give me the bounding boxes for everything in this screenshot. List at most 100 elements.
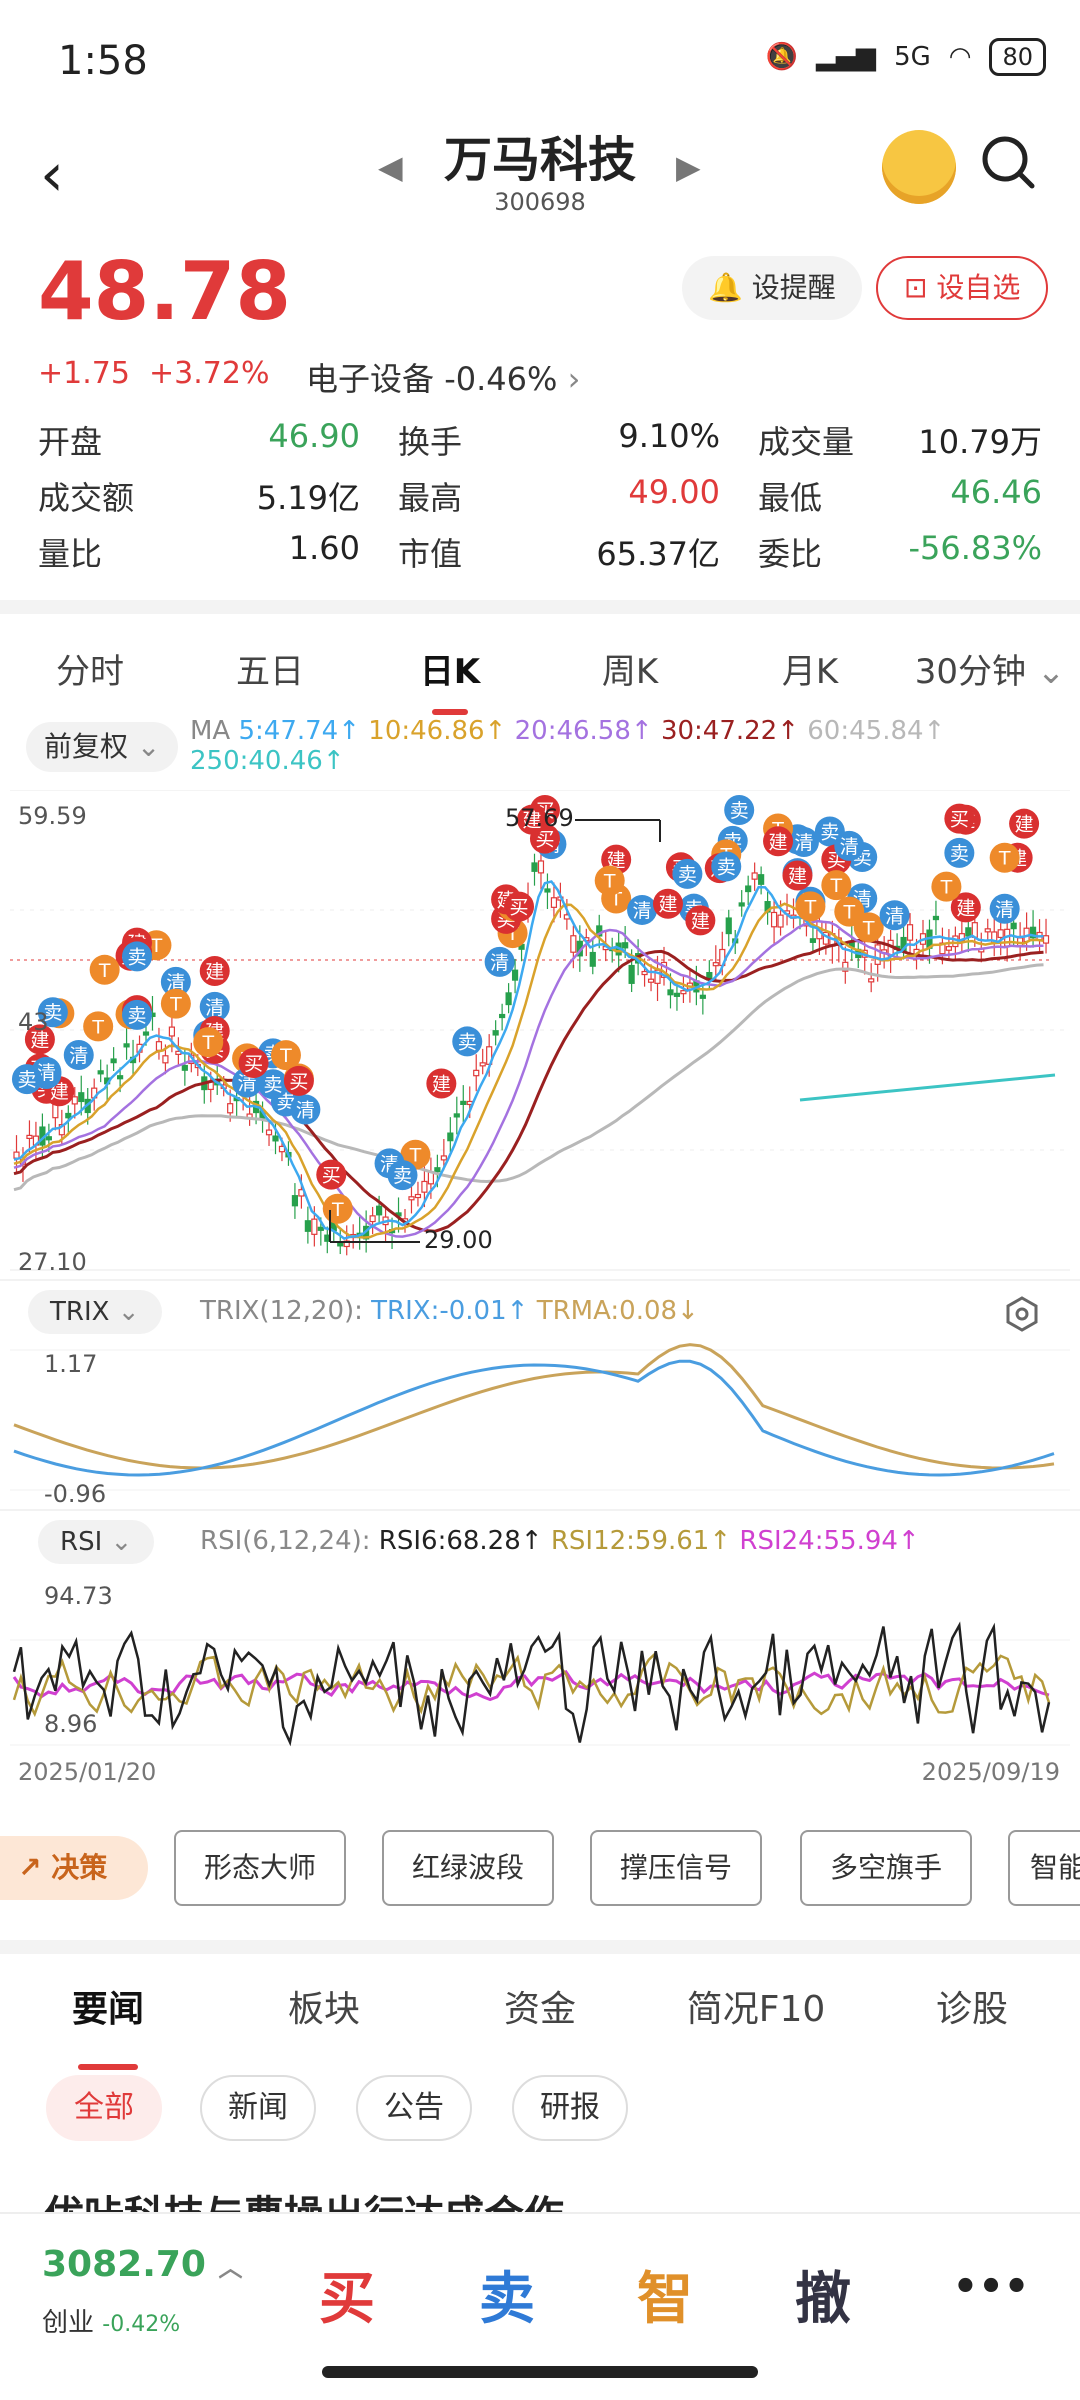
tool-pattern-master[interactable]: 形态大师 [174,1830,346,1906]
rsi12-value: RSI12:59.61↑ [550,1526,732,1556]
tab-weekly-k[interactable]: 周K [540,644,720,693]
sector-link[interactable]: 电子设备 -0.46% › [306,354,580,400]
stat-value: 9.10% [618,417,720,455]
tab-diagnosis[interactable]: 诊股 [864,1980,1080,2052]
ma20-value: 20:46.58↑ [514,716,653,746]
candle [421,1180,428,1193]
candle [945,946,953,951]
candle [162,1055,169,1064]
decision-button[interactable]: ↗ 决策 [0,1836,148,1900]
tab-monthly-k[interactable]: 月K [720,644,900,693]
signal-marker-label: 清 [69,1045,88,1067]
search-icon[interactable] [978,132,1038,192]
chevron-down-icon: ⌄ [136,730,161,763]
stat-label: 开盘 [38,423,103,461]
rsi-y-bottom: 8.96 [44,1710,98,1738]
candle [906,924,914,941]
smart-trade-button[interactable]: 智 [590,2254,740,2335]
signal-marker-label: 建 [205,961,224,983]
mascot-icon[interactable] [882,130,956,204]
tab-daily-k[interactable]: 日K [360,644,540,693]
chevron-down-icon: ⌄ [1036,651,1066,692]
tool-bull-bear-flag[interactable]: 多空旗手 [800,1830,972,1906]
index-value[interactable]: 3082.70 ︿ [42,2244,243,2285]
signal-marker-label: 清 [205,997,224,1019]
stat-label: 成交额 [38,479,135,517]
stat-value: 1.60 [288,529,360,567]
candle [932,915,940,921]
index-change: -0.42% [102,2312,181,2337]
tab-five-day[interactable]: 五日 [180,644,360,693]
add-favorite-button[interactable]: ⊡ 设自选 [876,256,1049,320]
trix-selector[interactable]: TRIX ⌄ [28,1290,162,1334]
candle [408,1196,415,1201]
signal-marker-label: 卖 [393,1165,412,1187]
more-icon[interactable]: ••• [916,2264,1066,2310]
end-date: 2025/09/19 [921,1758,1060,1786]
cancel-order-button[interactable]: 撤 [748,2254,898,2335]
candle [647,978,655,983]
adjust-selector[interactable]: 前复权 ⌄ [26,722,179,772]
chart-panel[interactable]: T卖T清买清T买清买建清买清卖卖T清买卖T建买建T清建建卖卖清买T建建T建建卖建… [0,789,1080,1800]
candle [984,928,991,933]
tab-sector[interactable]: 板块 [216,1980,432,2052]
status-bar: 1:58 🔕 ▂▄▆ 5G ◠ 80 [0,0,1080,120]
signal-marker-label: 清 [995,899,1014,921]
signal-marker-label: T [804,896,817,918]
filter-all[interactable]: 全部 [46,2075,162,2141]
signal-marker-label: T [830,875,843,897]
stat-cell: 最高 49.00 [398,473,758,519]
candle [155,1041,163,1051]
tool-red-green-band[interactable]: 红绿波段 [382,1830,554,1906]
low-price-label: 29.00 [424,1226,493,1254]
stats-row: 成交额 5.19亿 最高 49.00 最低 46.46 [38,468,1042,524]
battery-icon: 80 [989,38,1046,76]
start-date: 2025/01/20 [18,1758,157,1786]
candle [622,942,629,949]
tab-funds[interactable]: 资金 [432,1980,648,2052]
next-stock-icon[interactable]: ▶ [676,148,701,186]
signal-marker-label: 清 [885,905,904,927]
tab-news-highlights[interactable]: 要闻 [0,1980,216,2052]
signal-marker-label: 建 [432,1073,451,1095]
chevron-down-icon: ⌄ [117,1297,140,1327]
stat-cell: 成交量 10.79万 [758,417,1042,463]
index-name: 创业 -0.42% [42,2302,180,2339]
signal-marker-label: T [940,877,953,899]
section-divider [0,600,1080,614]
tab-30min[interactable]: 30分钟 ⌄ [900,644,1080,693]
signal-marker-label: 买 [289,1071,308,1093]
tab-intraday[interactable]: 分时 [0,644,180,693]
sell-button[interactable]: 卖 [432,2254,582,2335]
high-price-label: 57.69 [505,804,574,832]
set-alert-button[interactable]: 🔔 设提醒 [682,256,862,320]
candle [770,911,778,928]
signal-marker-label: 建 [769,831,788,853]
settings-icon[interactable] [1004,1296,1040,1332]
buy-button[interactable]: 买 [272,2254,422,2335]
signal-marker-label: 卖 [678,864,697,886]
bell-icon: 🔔 [708,271,743,304]
stat-value: 46.46 [950,473,1042,511]
chevron-down-icon: ⌄ [110,1527,133,1557]
signal-marker-label: T [169,994,182,1016]
tab-f10[interactable]: 简况F10 [648,1980,864,2052]
candle [376,1205,383,1216]
adjust-label: 前复权 [44,730,129,763]
filter-news[interactable]: 新闻 [200,2075,316,2141]
decision-icon: ↗ [18,1851,42,1884]
filter-research[interactable]: 研报 [512,2075,628,2141]
candle [97,1070,104,1075]
tab-30min-label: 30分钟 [914,651,1026,692]
ma-legend: MA 5:47.74↑ 10:46.86↑ 20:46.58↑ 30:47.22… [190,716,945,746]
kline-chart[interactable]: T卖T清买清T买清买建清买清卖卖T清买卖T建买建T清建建卖卖清买T建建T建建卖建… [0,789,1080,1800]
tool-support-resistance[interactable]: 撑压信号 [590,1830,762,1906]
candle [628,964,635,984]
rsi-selector[interactable]: RSI ⌄ [38,1520,155,1564]
rsi-tag: RSI [60,1527,103,1557]
candle [868,978,875,983]
candle [78,1092,85,1103]
filter-announcement[interactable]: 公告 [356,2075,472,2141]
stat-label: 委比 [758,535,823,573]
tool-smart[interactable]: 智能 [1008,1830,1080,1906]
